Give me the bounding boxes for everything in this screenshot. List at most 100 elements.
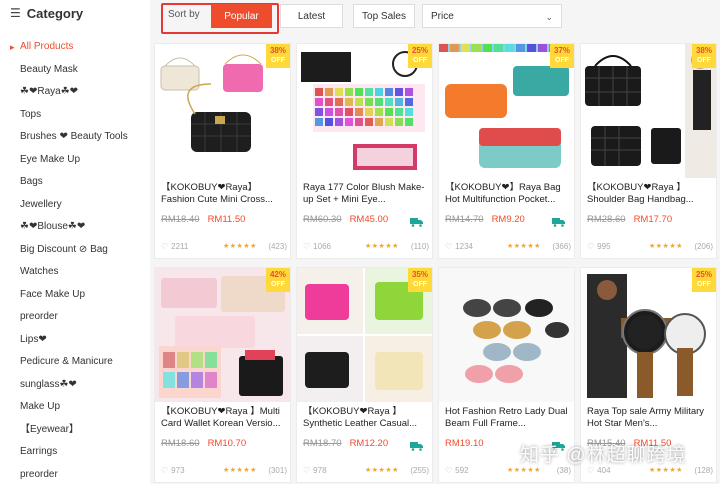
heart-icon[interactable]: ♡ bbox=[161, 466, 168, 475]
heart-icon[interactable]: ♡ bbox=[303, 242, 310, 251]
product-title[interactable]: 【KOKOBUY❤Raya 】Shoulder Bag Handbag... bbox=[587, 182, 713, 206]
sale-price: RM10.70 bbox=[207, 438, 247, 449]
sidebar-item[interactable]: Jewellery bbox=[0, 194, 150, 217]
review-count: (423) bbox=[268, 242, 287, 251]
product-title[interactable]: Raya Top sale Army Military Hot Star Men… bbox=[587, 406, 713, 430]
sidebar-item[interactable]: Eye Make Up bbox=[0, 149, 150, 172]
review-count: (206) bbox=[694, 242, 713, 251]
price-row: RM18.60 RM10.70 bbox=[161, 438, 246, 449]
product-card[interactable]: 25% OFF Raya Top sale Army Military Hot St… bbox=[580, 267, 717, 483]
discount-off-label: OFF bbox=[271, 57, 285, 64]
sidebar-item[interactable]: Make Up bbox=[0, 396, 150, 419]
review-count: (366) bbox=[552, 242, 571, 251]
free-shipping-icon bbox=[410, 214, 424, 227]
sale-price: RM12.20 bbox=[349, 438, 389, 449]
discount-percent: 37% bbox=[553, 46, 570, 55]
price-row: RM19.10 bbox=[445, 438, 484, 449]
rating-stars: ★★★★★ bbox=[365, 243, 399, 250]
product-card[interactable]: 38% OFF 【KOKOBUY❤Raya】Fashion Cute Mini Cr… bbox=[154, 43, 291, 259]
sort-popular-button[interactable]: Popular bbox=[211, 4, 272, 28]
product-card[interactable]: 42% OFF 【KOKOBUY❤Raya 】Multi Card Wallet K… bbox=[154, 267, 291, 483]
heart-icon[interactable]: ♡ bbox=[303, 466, 310, 475]
discount-badge: 38% OFF bbox=[692, 44, 716, 68]
heart-icon[interactable]: ♡ bbox=[161, 242, 168, 251]
price-row: RM15.40 RM11.50 bbox=[587, 438, 671, 449]
sidebar-item[interactable]: All Products bbox=[0, 36, 150, 59]
like-count: 995 bbox=[597, 242, 611, 251]
sidebar-item[interactable]: sunglass☘❤ bbox=[0, 374, 150, 397]
sidebar-item[interactable]: Pedicure & Manicure bbox=[0, 351, 150, 374]
sidebar-item[interactable]: Bags bbox=[0, 171, 150, 194]
product-meta: ♡ 2211 ★★★★★ (423) bbox=[161, 242, 287, 251]
heart-icon[interactable]: ♡ bbox=[445, 242, 452, 251]
price-row: RM14.70 RM9.20 bbox=[445, 214, 525, 225]
category-sidebar: ☰ Category All ProductsBeauty Mask☘❤Raya… bbox=[0, 0, 150, 484]
discount-off-label: OFF bbox=[413, 57, 427, 64]
review-count: (38) bbox=[556, 466, 571, 475]
product-meta: ♡ 978 ★★★★★ (255) bbox=[303, 466, 429, 475]
sidebar-item[interactable]: Lips❤ bbox=[0, 329, 150, 352]
sidebar-item[interactable]: 【Eyewear】 bbox=[0, 419, 150, 442]
discount-percent: 25% bbox=[411, 46, 428, 55]
sidebar-item[interactable]: ☘❤Blouse☘❤ bbox=[0, 216, 150, 239]
original-price: RM18.60 bbox=[161, 438, 200, 449]
product-meta: ♡ 1066 ★★★★★ (110) bbox=[303, 242, 429, 251]
like-count: 1066 bbox=[313, 242, 331, 251]
sidebar-item[interactable]: Big Discount ⊘ Bag bbox=[0, 239, 150, 262]
product-card[interactable]: Hot Fashion Retro Lady Dual Beam Full Fr… bbox=[438, 267, 575, 483]
product-title[interactable]: 【KOKOBUY❤Raya】Fashion Cute Mini Cross... bbox=[161, 182, 287, 206]
sidebar-item[interactable]: Face Make Up bbox=[0, 284, 150, 307]
like-count: 978 bbox=[313, 466, 327, 475]
like-count: 973 bbox=[171, 466, 185, 475]
free-shipping-icon bbox=[552, 438, 566, 451]
sidebar-item[interactable]: Brushes ❤ Beauty Tools bbox=[0, 126, 150, 149]
heart-icon[interactable]: ♡ bbox=[587, 466, 594, 475]
discount-badge: 37% OFF bbox=[550, 44, 574, 68]
like-count: 404 bbox=[597, 466, 611, 475]
discount-off-label: OFF bbox=[697, 281, 711, 288]
product-title[interactable]: Hot Fashion Retro Lady Dual Beam Full Fr… bbox=[445, 406, 571, 430]
sidebar-item[interactable]: Beauty Mask bbox=[0, 59, 150, 82]
heart-icon[interactable]: ♡ bbox=[587, 242, 594, 251]
sort-top-sales-button[interactable]: Top Sales bbox=[353, 4, 415, 28]
original-price: RM18.40 bbox=[161, 214, 200, 225]
sidebar-item[interactable]: ☘❤Raya☘❤ bbox=[0, 81, 150, 104]
price-sort-select[interactable]: Price ⌄ bbox=[422, 4, 562, 28]
sale-price: RM19.10 bbox=[445, 438, 484, 449]
category-list: All ProductsBeauty Mask☘❤Raya☘❤TopsBrush… bbox=[0, 36, 150, 484]
sidebar-item[interactable]: Tops bbox=[0, 104, 150, 127]
sidebar-item[interactable]: Watches bbox=[0, 261, 150, 284]
original-price: RM28.60 bbox=[587, 214, 626, 225]
product-title[interactable]: Raya 177 Color Blush Make-up Set + Mini … bbox=[303, 182, 429, 206]
product-meta: ♡ 995 ★★★★★ (206) bbox=[587, 242, 713, 251]
sale-price: RM11.50 bbox=[207, 214, 246, 225]
free-shipping-icon bbox=[552, 214, 566, 227]
review-count: (255) bbox=[410, 466, 429, 475]
sort-bar: Sort by Popular Latest Top Sales Price ⌄ bbox=[150, 0, 720, 36]
product-title[interactable]: 【KOKOBUY❤Raya 】Multi Card Wallet Korean … bbox=[161, 406, 287, 430]
rating-stars: ★★★★★ bbox=[365, 467, 399, 474]
product-card[interactable]: 35% OFF 【KOKOBUY❤Raya 】Synthetic Leather C… bbox=[296, 267, 433, 483]
heart-icon[interactable]: ♡ bbox=[445, 466, 452, 475]
product-title[interactable]: 【KOKOBUY❤Raya 】Synthetic Leather Casual.… bbox=[303, 406, 429, 430]
original-price: RM60.30 bbox=[303, 214, 342, 225]
discount-percent: 38% bbox=[695, 46, 712, 55]
discount-badge: 25% OFF bbox=[692, 268, 716, 292]
category-title: Category bbox=[26, 5, 84, 21]
sidebar-item[interactable]: Earrings bbox=[0, 441, 150, 464]
product-card[interactable]: 37% OFF 【KOKOBUY❤】Raya Bag Hot Multifuncti… bbox=[438, 43, 575, 259]
product-title[interactable]: 【KOKOBUY❤】Raya Bag Hot Multifunction Poc… bbox=[445, 182, 571, 206]
product-image[interactable] bbox=[439, 268, 574, 402]
product-card[interactable]: 38% OFF 【KOKOBUY❤Raya 】Shoulder Bag Handba… bbox=[580, 43, 717, 259]
sidebar-item[interactable]: preorder bbox=[0, 306, 150, 329]
sale-price: RM11.50 bbox=[633, 438, 672, 449]
sidebar-item[interactable]: preorder bbox=[0, 464, 150, 484]
rating-stars: ★★★★★ bbox=[223, 467, 257, 474]
sale-price: RM45.00 bbox=[349, 214, 389, 225]
price-row: RM18.40 RM11.50 bbox=[161, 214, 245, 225]
sale-price: RM9.20 bbox=[491, 214, 525, 225]
product-card[interactable]: 25% OFF Raya 177 Color Blush Make-up Set +… bbox=[296, 43, 433, 259]
discount-off-label: OFF bbox=[271, 281, 285, 288]
discount-off-label: OFF bbox=[697, 57, 711, 64]
sort-latest-button[interactable]: Latest bbox=[280, 4, 343, 28]
